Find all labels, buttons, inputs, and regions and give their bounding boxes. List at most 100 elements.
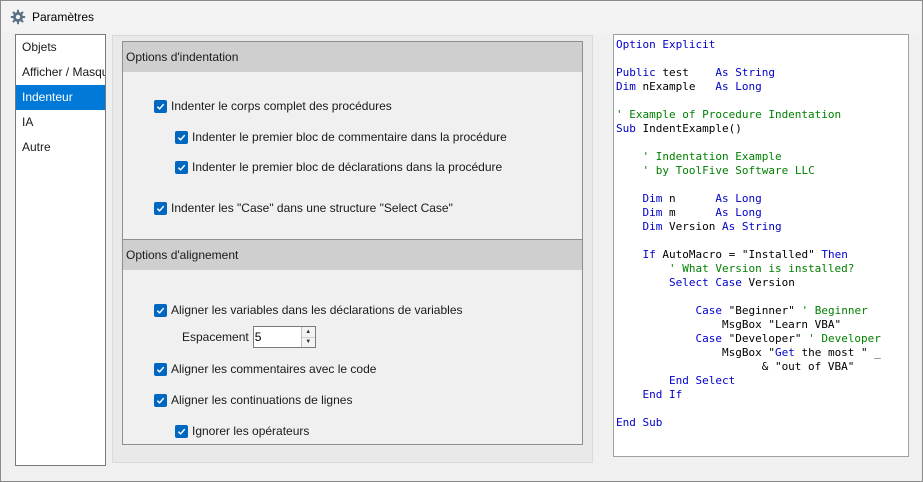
nav-item-objets[interactable]: Objets	[16, 35, 105, 60]
code-keyword: Then	[821, 248, 848, 261]
code-text: "Beginner"	[721, 304, 802, 317]
spacing-label: Espacement	[182, 330, 249, 344]
indent-case-option[interactable]: Indenter les "Case" dans une structure "…	[154, 201, 453, 215]
code-text: nExample	[635, 80, 716, 93]
code-keyword: Case	[695, 332, 722, 345]
spacing-input[interactable]	[253, 327, 301, 347]
window-title: Paramètres	[32, 10, 95, 24]
checkbox-checked-icon[interactable]	[154, 201, 167, 215]
spin-down-icon[interactable]: ▼	[301, 336, 315, 347]
nav-item-label: Autre	[22, 140, 51, 154]
checkbox-checked-icon[interactable]	[154, 99, 167, 113]
nav-item-label: IA	[22, 115, 34, 129]
code-comment: ' Developer	[808, 332, 881, 345]
option-label: Ignorer les opérateurs	[192, 424, 310, 438]
category-list[interactable]: Objets Afficher / Masquer Indenteur IA A…	[15, 34, 106, 466]
option-label: Indenter le premier bloc de commentaire …	[192, 130, 507, 144]
code-keyword: As String	[715, 66, 775, 79]
code-line: MsgBox "Get the most " _	[616, 346, 881, 360]
code-text: IndentExample()	[635, 122, 742, 135]
code-preview-panel[interactable]: Option Explicit Public test As String Dim …	[613, 34, 909, 457]
code-keyword: Select Case	[668, 276, 742, 289]
code-line: MsgBox "Learn VBA"	[616, 318, 881, 332]
code-keyword: As Long	[715, 192, 762, 205]
code-line: End Select	[616, 374, 881, 388]
code-keyword: As String	[721, 220, 782, 233]
option-label: Indenter les "Case" dans une structure "…	[171, 201, 453, 215]
code-keyword: Case	[695, 304, 722, 317]
checkbox-checked-icon[interactable]	[175, 160, 188, 174]
code-keyword: If	[642, 248, 656, 261]
code-line: Case "Beginner" ' Beginner	[616, 304, 881, 318]
option-label: Aligner les continuations de lignes	[171, 393, 353, 407]
nav-item-autre[interactable]: Autre	[16, 135, 105, 160]
align-continuations-option[interactable]: Aligner les continuations de lignes	[154, 393, 352, 407]
nav-item-label: Objets	[22, 40, 57, 54]
nav-item-label: Afficher / Masquer	[22, 65, 105, 79]
spin-up-icon[interactable]: ▲	[301, 327, 315, 337]
checkbox-checked-icon[interactable]	[175, 130, 188, 144]
option-label: Indenter le premier bloc de déclarations…	[192, 160, 503, 174]
code-line: Option Explicit	[616, 38, 881, 52]
code-line: Public test As String	[616, 66, 881, 80]
code-keyword: End If	[642, 388, 683, 401]
code-comment: ' What Version is installed?	[668, 262, 855, 275]
option-label: Aligner les variables dans les déclarati…	[171, 303, 463, 317]
spin-buttons[interactable]: ▲ ▼	[300, 327, 315, 347]
indent-first-comment-block-option[interactable]: Indenter le premier bloc de commentaire …	[175, 130, 507, 144]
code-text: Version	[741, 276, 795, 289]
code-keyword: Dim	[642, 220, 663, 233]
ignore-operators-option[interactable]: Ignorer les opérateurs	[175, 424, 309, 438]
checkbox-checked-icon[interactable]	[154, 393, 167, 407]
option-label: Aligner les commentaires avec le code	[171, 362, 377, 376]
code-keyword: End Select	[668, 374, 736, 387]
code-line: If AutoMacro = "Installed" Then	[616, 248, 881, 262]
checkbox-checked-icon[interactable]	[154, 303, 167, 317]
indent-first-declaration-block-option[interactable]: Indenter le premier bloc de déclarations…	[175, 160, 502, 174]
code-comment: ' Example of Procedure Indentation	[616, 108, 842, 121]
gear-icon	[10, 9, 26, 25]
align-variables-option[interactable]: Aligner les variables dans les déclarati…	[154, 303, 463, 317]
checkbox-checked-icon[interactable]	[175, 424, 188, 438]
code-line: Case "Developer" ' Developer	[616, 332, 881, 346]
option-label: Indenter le corps complet des procédures	[171, 99, 392, 113]
code-text: "Developer"	[721, 332, 809, 345]
code-line: & "out of VBA"	[616, 360, 881, 374]
indent-procedure-body-option[interactable]: Indenter le corps complet des procédures	[154, 99, 392, 113]
code-line: ' Example of Procedure Indentation	[616, 108, 881, 122]
settings-window: Paramètres Objets Afficher / Masquer Ind…	[0, 0, 923, 482]
code-line: Dim n As Long	[616, 192, 881, 206]
code-line: Select Case Version	[616, 276, 881, 290]
nav-item-label: Indenteur	[22, 90, 73, 104]
code-comment: ' by ToolFive Software LLC	[642, 164, 815, 177]
code-keyword: Sub	[616, 122, 636, 135]
code-text: test	[655, 66, 716, 79]
code-line: Sub IndentExample()	[616, 122, 881, 136]
nav-item-afficher-masquer[interactable]: Afficher / Masquer	[16, 60, 105, 85]
code-text: MsgBox "Learn VBA"	[616, 318, 842, 331]
checkbox-checked-icon[interactable]	[154, 362, 167, 376]
code-line: End Sub	[616, 416, 881, 430]
align-comments-option[interactable]: Aligner les commentaires avec le code	[154, 362, 376, 376]
nav-item-indenteur[interactable]: Indenteur	[16, 85, 105, 110]
spacing-stepper[interactable]: ▲ ▼	[252, 326, 316, 348]
code-line: ' by ToolFive Software LLC	[616, 164, 881, 178]
code-line: Dim Version As String	[616, 220, 881, 234]
nav-item-ia[interactable]: IA	[16, 110, 105, 135]
code-comment: ' Beginner	[801, 304, 868, 317]
code-text: the most " _	[794, 346, 881, 359]
